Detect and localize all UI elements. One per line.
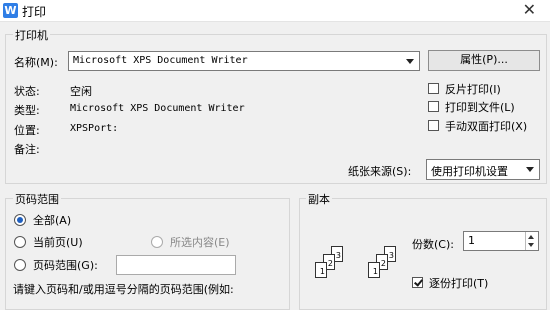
- status-label: 状态:: [14, 85, 40, 98]
- comment-label: 备注:: [14, 143, 40, 156]
- type-label: 类型:: [14, 104, 40, 117]
- wps-app-icon: W: [3, 3, 18, 18]
- page-range-hint: 请键入页码和/或用逗号分隔的页码范围(例如:: [13, 283, 234, 296]
- collate-checkbox[interactable]: [412, 277, 423, 288]
- status-value: 空闲: [70, 85, 92, 98]
- window-title: 打印: [22, 5, 47, 19]
- printer-name-label: 名称(M):: [14, 56, 58, 69]
- current-page-radio[interactable]: [14, 236, 26, 248]
- paper-source-value: 使用打印机设置: [431, 165, 508, 178]
- copies-count-label: 份数(C):: [412, 238, 454, 251]
- copies-group-label: 副本: [306, 191, 332, 207]
- current-page-label[interactable]: 当前页(U): [33, 234, 83, 250]
- where-value: XPSPort:: [70, 123, 119, 134]
- copies-count-value: 1: [468, 234, 475, 247]
- spin-up-icon[interactable]: [528, 235, 534, 239]
- page-range-group-label: 页码范围: [13, 191, 61, 207]
- page-range-input[interactable]: [116, 255, 236, 275]
- page-range-label[interactable]: 页码范围(G):: [33, 257, 98, 273]
- all-pages-label[interactable]: 全部(A): [33, 212, 71, 228]
- where-label: 位置:: [14, 124, 40, 137]
- print-to-file-checkbox[interactable]: [428, 101, 439, 112]
- chevron-down-icon: [526, 167, 534, 172]
- manual-duplex-label[interactable]: 手动双面打印(X): [445, 118, 527, 134]
- page-icon: 1: [315, 262, 327, 278]
- collate-label[interactable]: 逐份打印(T): [429, 275, 488, 291]
- copies-count-input[interactable]: 1: [463, 231, 539, 251]
- properties-button[interactable]: 属性(P)...: [428, 50, 540, 71]
- page-range-radio[interactable]: [14, 259, 26, 271]
- printer-name-value: Microsoft XPS Document Writer: [73, 55, 248, 66]
- reverse-print-label[interactable]: 反片打印(I): [445, 81, 501, 97]
- paper-source-label: 纸张来源(S):: [348, 165, 412, 178]
- manual-duplex-checkbox[interactable]: [428, 120, 439, 131]
- printer-group-label: 打印机: [13, 27, 50, 43]
- reverse-print-checkbox[interactable]: [428, 83, 439, 94]
- chevron-down-icon: [406, 59, 414, 64]
- selection-radio: [151, 236, 163, 248]
- spin-buttons[interactable]: [525, 232, 538, 250]
- paper-source-select[interactable]: 使用打印机设置: [426, 159, 540, 180]
- printer-name-select[interactable]: Microsoft XPS Document Writer: [68, 51, 420, 71]
- selection-label: 所选内容(E): [170, 236, 230, 249]
- title-bar: W 打印 ✕: [0, 0, 550, 22]
- type-value: Microsoft XPS Document Writer: [70, 103, 245, 114]
- all-pages-radio[interactable]: [14, 214, 26, 226]
- page-icon: 1: [368, 262, 380, 278]
- print-to-file-label[interactable]: 打印到文件(L): [445, 99, 515, 115]
- close-icon[interactable]: ✕: [523, 1, 536, 19]
- spin-down-icon[interactable]: [528, 243, 534, 247]
